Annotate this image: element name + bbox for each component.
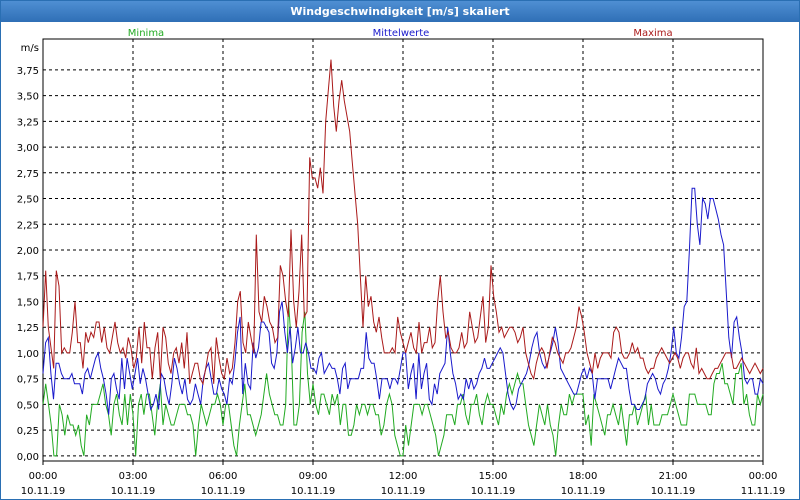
x-tick-time: 12:00 <box>389 471 418 482</box>
y-tick-label: 0,00 <box>17 452 39 463</box>
x-tick-time: 06:00 <box>209 471 238 482</box>
y-tick-label: 1,25 <box>17 323 39 334</box>
y-tick-label: 2,00 <box>17 246 39 257</box>
x-tick-date: 10.11.19 <box>561 486 606 497</box>
x-tick-date: 10.11.19 <box>381 486 426 497</box>
y-tick-label: 2,50 <box>17 195 39 206</box>
x-tick-date: 10.11.19 <box>291 486 336 497</box>
y-tick-label: 0,25 <box>17 426 39 437</box>
y-tick-label: 1,75 <box>17 272 39 283</box>
x-tick-time: 00:00 <box>29 471 58 482</box>
x-tick-date: 10.11.19 <box>201 486 246 497</box>
x-tick-date: 10.11.19 <box>21 486 66 497</box>
x-tick-time: 18:00 <box>569 471 598 482</box>
x-tick-date: 10.11.19 <box>471 486 516 497</box>
y-tick-label: 3,00 <box>17 143 39 154</box>
y-tick-label: 1,50 <box>17 297 39 308</box>
x-tick-date: 11.11.19 <box>741 486 786 497</box>
x-tick-time: 03:00 <box>119 471 148 482</box>
x-tick-time: 21:00 <box>659 471 688 482</box>
y-tick-label: 0,50 <box>17 400 39 411</box>
y-tick-label: 3,75 <box>17 66 39 77</box>
y-tick-label: 3,50 <box>17 92 39 103</box>
x-tick-date: 10.11.19 <box>111 486 156 497</box>
y-tick-label: 3,25 <box>17 117 39 128</box>
y-tick-label: 2,75 <box>17 169 39 180</box>
chart-window: Windgeschwindigkeit [m/s] skaliert 0,00 0… <box>0 0 800 500</box>
line-chart: 0,00 0,25 0,50 0,75 1,00 1,25 1,50 1,75 2,00 2,25… <box>17 28 786 497</box>
y-axis-label: m/s <box>21 43 39 54</box>
legend-maxima: Maxima <box>633 28 672 39</box>
legend-minima: Minima <box>128 28 164 39</box>
x-tick-date: 10.11.19 <box>651 486 696 497</box>
legend-mittelwerte: Mittelwerte <box>373 28 430 39</box>
x-tick-time: 00:00 <box>749 471 778 482</box>
y-tick-label: 2,25 <box>17 220 39 231</box>
x-tick-time: 15:00 <box>479 471 508 482</box>
x-tick-time: 09:00 <box>299 471 328 482</box>
y-tick-label: 1,00 <box>17 349 39 360</box>
y-tick-label: 0,75 <box>17 375 39 386</box>
